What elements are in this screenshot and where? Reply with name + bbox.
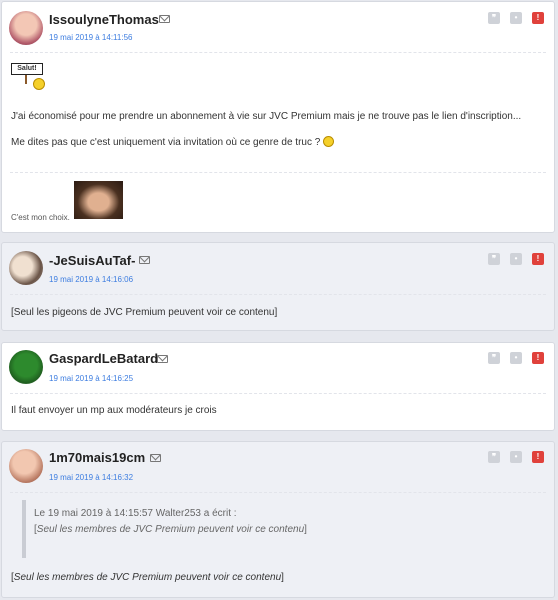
avatar[interactable] bbox=[9, 251, 43, 285]
post-author[interactable]: GaspardLeBatard bbox=[49, 351, 158, 366]
post-text: [Seul les membres de JVC Premium peuvent… bbox=[11, 571, 546, 584]
post-author[interactable]: -JeSuisAuTaf- bbox=[49, 253, 135, 268]
blockquote: Le 19 mai 2019 à 14:15:57 Walter253 a éc… bbox=[22, 500, 312, 558]
quote-icon[interactable]: ❞ bbox=[488, 12, 500, 24]
forum-post: IssoulyneThomas 19 mai 2019 à 14:11:56 ❞… bbox=[1, 1, 555, 233]
quote-header: Le 19 mai 2019 à 14:15:57 Walter253 a éc… bbox=[34, 508, 237, 519]
smiley-neutral-icon[interactable]: • bbox=[510, 253, 522, 265]
post-text-line: J'ai économisé pour me prendre un abonne… bbox=[11, 111, 522, 122]
mail-icon[interactable] bbox=[150, 454, 161, 462]
message-bracket-close: ] bbox=[281, 572, 284, 583]
quote-icon[interactable]: ❞ bbox=[488, 451, 500, 463]
post-date[interactable]: 19 mai 2019 à 14:16:32 bbox=[49, 473, 133, 482]
separator bbox=[10, 294, 546, 295]
post-author[interactable]: IssoulyneThomas bbox=[49, 12, 159, 27]
sticker-sign: Salut! bbox=[11, 63, 43, 75]
smiley-icon bbox=[323, 136, 335, 147]
sticker-smiley-icon bbox=[33, 78, 45, 90]
post-text: [Seul les pigeons de JVC Premium peuvent… bbox=[11, 307, 278, 318]
post-text: Me dites pas que c'est uniquement via in… bbox=[11, 137, 321, 148]
avatar[interactable] bbox=[9, 449, 43, 483]
post-actions: ❞ • ! bbox=[488, 12, 544, 24]
post-text: Il faut envoyer un mp aux modérateurs je… bbox=[11, 405, 217, 416]
avatar[interactable] bbox=[9, 350, 43, 384]
post-date[interactable]: 19 mai 2019 à 14:16:25 bbox=[49, 374, 133, 383]
smiley-neutral-icon[interactable]: • bbox=[510, 12, 522, 24]
forum-post: -JeSuisAuTaf- 19 mai 2019 à 14:16:06 ❞ •… bbox=[1, 242, 555, 331]
quote-icon[interactable]: ❞ bbox=[488, 352, 500, 364]
signature-image bbox=[74, 181, 123, 219]
quote-text: [Seul les membres de JVC Premium peuvent… bbox=[34, 524, 312, 535]
message-body: Seul les membres de JVC Premium peuvent … bbox=[13, 572, 282, 583]
sticker-pole bbox=[25, 75, 27, 84]
alert-icon[interactable]: ! bbox=[532, 253, 544, 265]
mail-icon[interactable] bbox=[139, 256, 150, 264]
signature-separator bbox=[10, 172, 546, 173]
quote-bracket-close: ] bbox=[304, 524, 307, 535]
alert-icon[interactable]: ! bbox=[532, 451, 544, 463]
mail-icon[interactable] bbox=[159, 15, 170, 23]
separator bbox=[10, 52, 546, 53]
mail-icon[interactable] bbox=[157, 355, 168, 363]
forum-post: GaspardLeBatard 19 mai 2019 à 14:16:25 ❞… bbox=[1, 342, 555, 431]
forum-post: 1m70mais19cm 19 mai 2019 à 14:16:32 ❞ • … bbox=[1, 441, 555, 598]
separator bbox=[10, 393, 546, 394]
smiley-neutral-icon[interactable]: • bbox=[510, 451, 522, 463]
post-author[interactable]: 1m70mais19cm bbox=[49, 450, 145, 465]
post-actions: ❞ • ! bbox=[488, 253, 544, 265]
salut-sticker: Salut! bbox=[11, 63, 47, 91]
alert-icon[interactable]: ! bbox=[532, 352, 544, 364]
post-date[interactable]: 19 mai 2019 à 14:11:56 bbox=[49, 33, 132, 42]
post-date[interactable]: 19 mai 2019 à 14:16:06 bbox=[49, 275, 133, 284]
post-actions: ❞ • ! bbox=[488, 451, 544, 463]
smiley-neutral-icon[interactable]: • bbox=[510, 352, 522, 364]
post-actions: ❞ • ! bbox=[488, 352, 544, 364]
quote-body: Seul les membres de JVC Premium peuvent … bbox=[36, 524, 305, 535]
post-text-line: Me dites pas que c'est uniquement via in… bbox=[11, 136, 546, 149]
alert-icon[interactable]: ! bbox=[532, 12, 544, 24]
quote-icon[interactable]: ❞ bbox=[488, 253, 500, 265]
separator bbox=[10, 492, 546, 493]
avatar[interactable] bbox=[9, 11, 43, 45]
